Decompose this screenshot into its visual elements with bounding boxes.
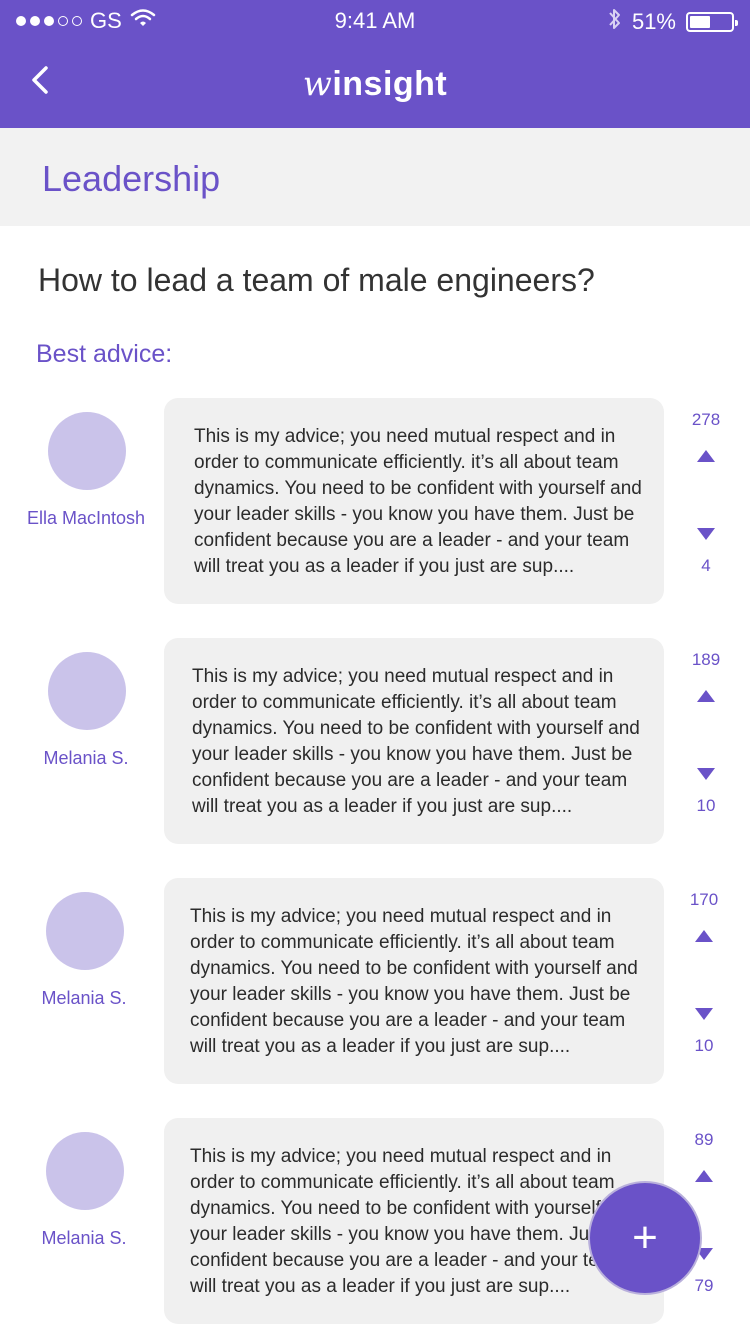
advice-text: This is my advice; you need mutual respe… [190,906,638,1057]
status-bar: GS 9:41 AM 51% [0,0,750,42]
status-right: 51% [608,7,738,37]
category-title: Leadership [42,158,221,199]
advice-item: Ella MacIntosh This is my advice; you ne… [0,398,750,604]
bluetooth-icon [608,7,622,37]
advice-bubble[interactable]: This is my advice; you need mutual respe… [164,638,664,844]
advice-bubble[interactable]: This is my advice; you need mutual respe… [164,1118,664,1324]
upvote-arrow-icon[interactable] [695,1170,713,1182]
plus-icon: + [632,1213,658,1262]
downvote-arrow-icon[interactable] [695,1008,713,1020]
avatar[interactable] [46,1132,124,1210]
downvote-arrow-icon[interactable] [697,528,715,540]
upvote-count: 89 [694,1130,714,1149]
battery-icon [686,12,738,32]
nav-bar: winsight [0,50,750,120]
advice-text: This is my advice; you need mutual respe… [192,666,640,817]
upvote-count: 189 [691,650,721,669]
downvote-count: 10 [696,796,716,815]
vote-controls: 170 10 [674,890,734,1070]
question-title: How to lead a team of male engineers? [38,262,595,298]
advice-bubble[interactable]: This is my advice; you need mutual respe… [164,878,664,1084]
downvote-count: 10 [694,1036,714,1055]
author-name[interactable]: Ella MacIntosh [6,508,166,529]
app-screen: GS 9:41 AM 51% winsight Leadership How t… [0,0,750,1334]
battery-percent: 51% [631,9,676,34]
category-header: Leadership [0,128,750,226]
avatar[interactable] [46,892,124,970]
top-bar: GS 9:41 AM 51% winsight [0,0,750,128]
advice-text: This is my advice; you need mutual respe… [190,1146,638,1297]
advice-item: Melania S. This is my advice; you need m… [0,638,750,844]
vote-controls: 189 10 [676,650,736,830]
author-name[interactable]: Melania S. [4,1228,164,1249]
author-name[interactable]: Melania S. [6,748,166,769]
upvote-count: 278 [691,410,721,429]
advice-text: This is my advice; you need mutual respe… [194,426,642,577]
upvote-arrow-icon[interactable] [697,690,715,702]
upvote-arrow-icon[interactable] [697,450,715,462]
upvote-arrow-icon[interactable] [695,930,713,942]
advice-bubble[interactable]: This is my advice; you need mutual respe… [164,398,664,604]
app-logo: winsight [302,64,448,104]
add-advice-button[interactable]: + [588,1181,702,1295]
best-advice-label: Best advice: [36,340,173,368]
downvote-count: 4 [701,556,711,575]
advice-item: Melania S. This is my advice; you need m… [0,878,750,1084]
downvote-arrow-icon[interactable] [697,768,715,780]
author-name[interactable]: Melania S. [4,988,164,1009]
avatar[interactable] [48,652,126,730]
vote-controls: 278 4 [676,410,736,590]
avatar[interactable] [48,412,126,490]
upvote-count: 170 [689,890,719,909]
